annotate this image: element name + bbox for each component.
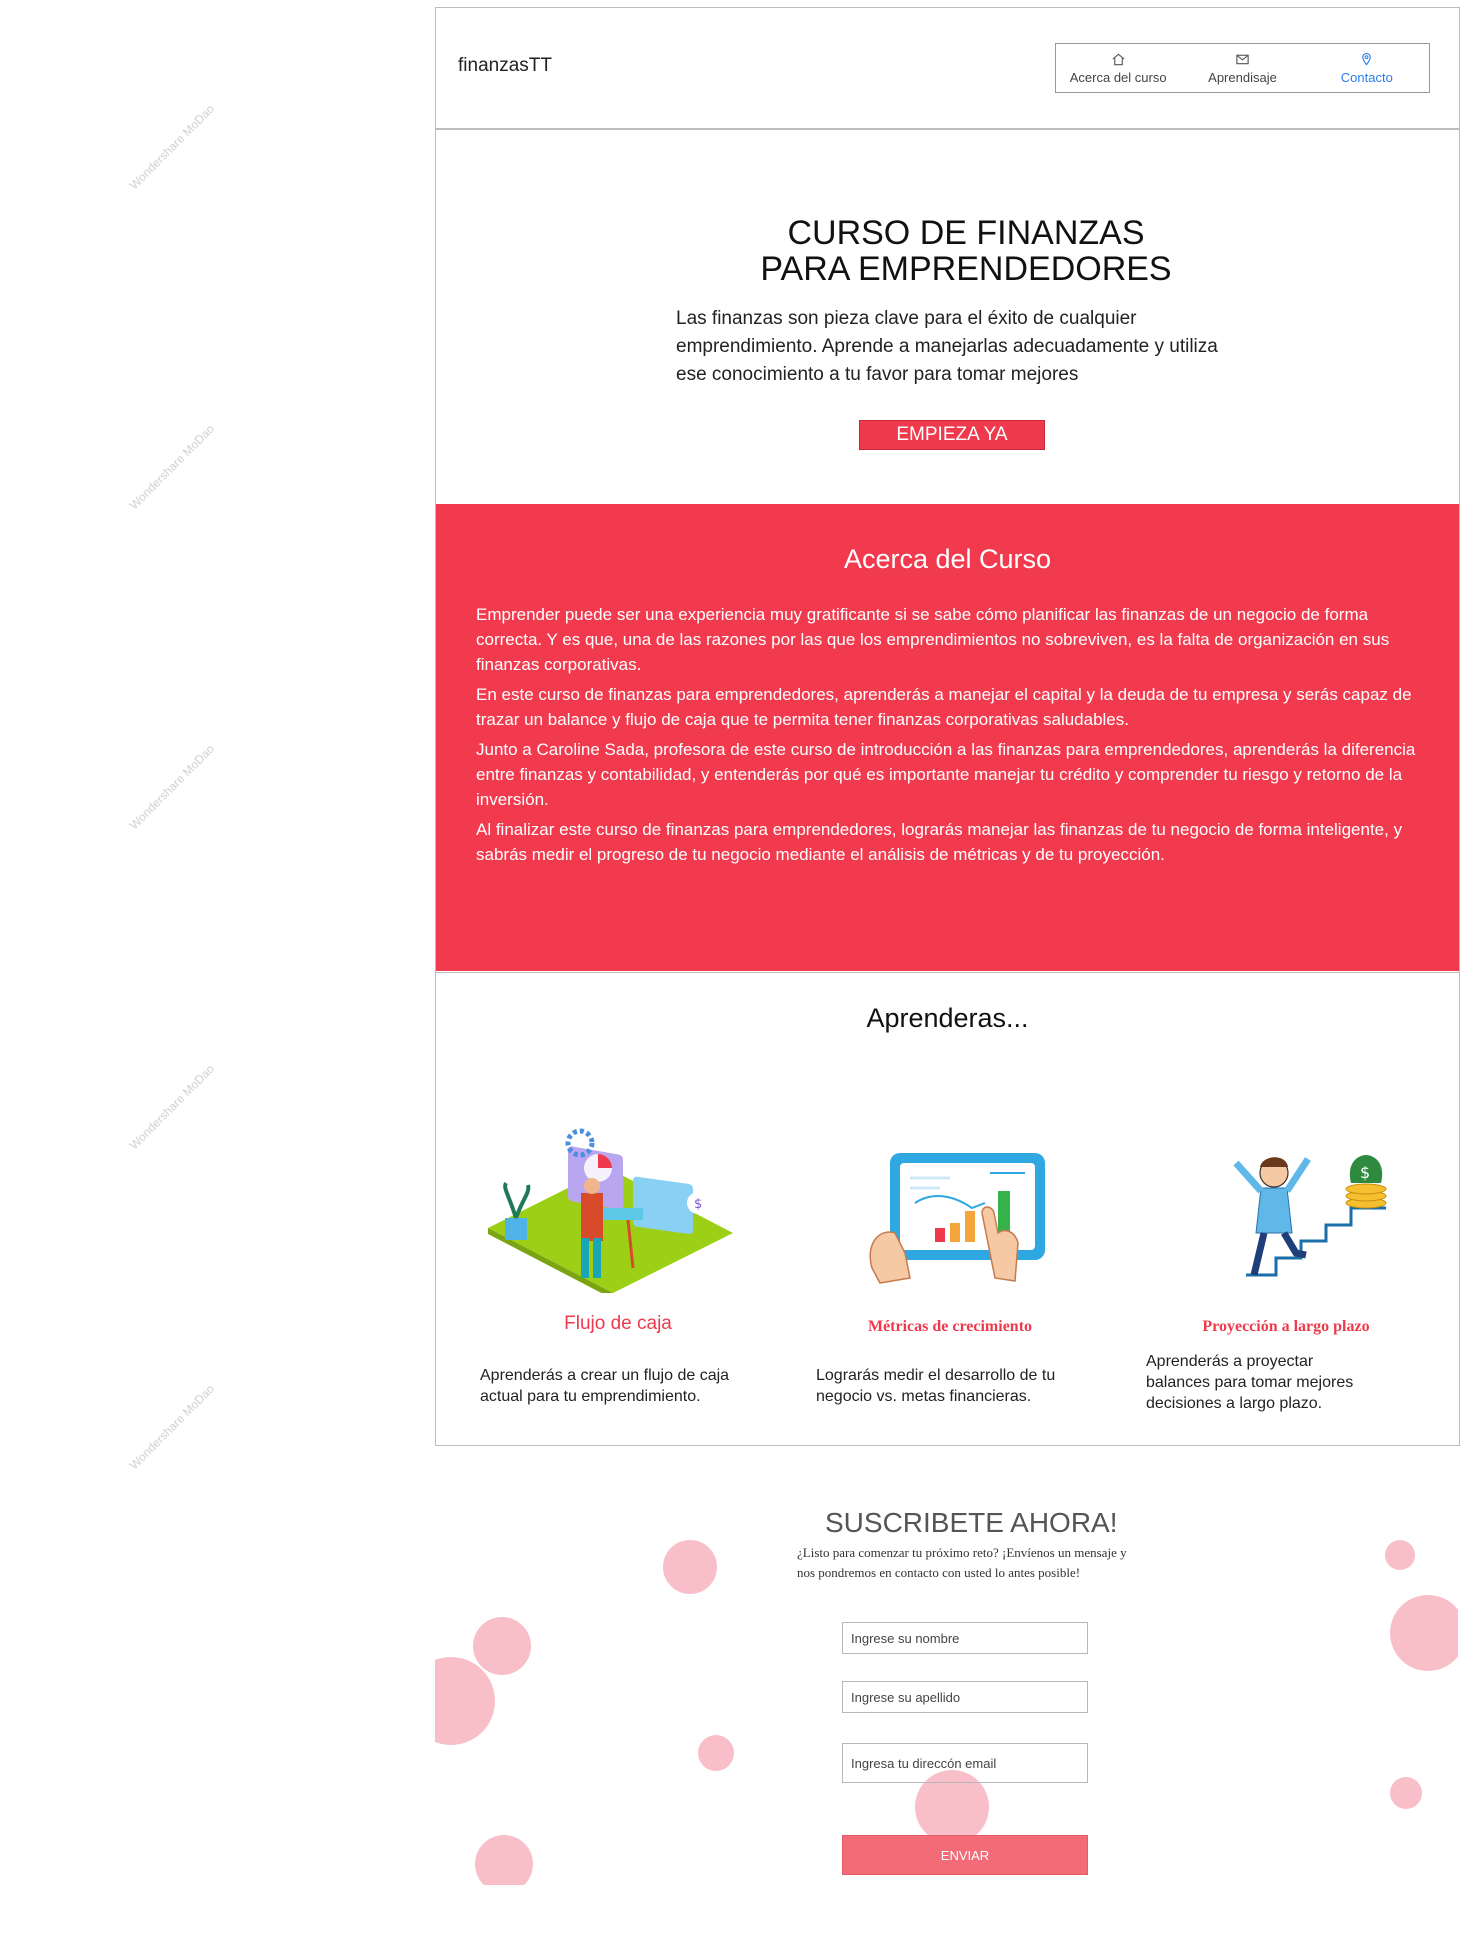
card-text: Lograrás medir el desarrollo de tu negoc… [816, 1367, 1056, 1405]
watermark: Wondershare MoDao [126, 1061, 218, 1153]
hero-title-line2: PARA EMPRENDEDORES [760, 250, 1172, 288]
about-section: Acerca del Curso Emprender puede ser una… [436, 504, 1459, 971]
watermark: Wondershare MoDao [126, 1381, 218, 1473]
svg-text:$: $ [694, 1197, 702, 1212]
card-cashflow: $ Flujo de caja Aprenderás a crear un fl… [468, 1093, 768, 1433]
decorative-bubble [663, 1540, 717, 1594]
nav-label: Contacto [1340, 69, 1393, 85]
hero-title-line1: CURSO DE FINANZAS [787, 214, 1145, 252]
nav-item-aprendisaje[interactable]: Aprendisaje [1180, 44, 1304, 92]
nav-item-acerca[interactable]: Acerca del curso [1056, 44, 1180, 92]
decorative-bubble [1390, 1777, 1422, 1809]
mail-icon [1236, 54, 1249, 64]
svg-text:$: $ [1360, 1163, 1370, 1182]
card-title: Proyección a largo plazo [1202, 1318, 1370, 1335]
page-frame: finanzasTT Acerca del curso Aprendisaje … [435, 7, 1460, 1446]
about-title: Acerca del Curso [843, 544, 1052, 574]
nav-label: Aprendisaje [1208, 69, 1277, 85]
location-pin-icon [1362, 52, 1372, 66]
hero-title: CURSO DE FINANZAS PARA EMPRENDEDORES [736, 215, 1196, 287]
nav-bar: Acerca del curso Aprendisaje Contacto [1055, 43, 1430, 93]
card-metrics: Métricas de crecimiento Lograrás medir e… [800, 1093, 1100, 1433]
decorative-bubble [475, 1835, 533, 1885]
header: finanzasTT Acerca del curso Aprendisaje … [436, 8, 1459, 130]
brand-logo[interactable]: finanzasTT [458, 55, 552, 77]
card-text: Aprenderás a proyectar balances para tom… [1146, 1353, 1354, 1412]
hero-section: CURSO DE FINANZAS PARA EMPRENDEDORES Las… [436, 130, 1459, 503]
decorative-bubble [473, 1617, 531, 1675]
home-icon [1112, 53, 1125, 65]
name-input[interactable] [842, 1622, 1088, 1654]
metrics-tablet-illustration [869, 1153, 1045, 1284]
lastname-input[interactable] [842, 1681, 1088, 1713]
about-paragraph: Al finalizar este curso de finanzas para… [476, 820, 1403, 864]
card-title: Flujo de caja [564, 1313, 672, 1334]
watermark: Wondershare MoDao [126, 741, 218, 833]
about-paragraph: En este curso de finanzas para emprended… [476, 685, 1412, 729]
about-paragraph: Junto a Caroline Sada, profesora de este… [476, 740, 1416, 809]
start-now-button[interactable]: EMPIEZA YA [859, 420, 1045, 450]
nav-label: Acerca del curso [1069, 69, 1167, 85]
card-text: Aprenderás a crear un flujo de caja actu… [480, 1367, 730, 1405]
subscribe-section: SUSCRIBETE AHORA! ¿Listo para comenzar t… [435, 1445, 1458, 1885]
card-title: Métricas de crecimiento [867, 1318, 1033, 1335]
watermark: Wondershare MoDao [126, 421, 218, 513]
money-stairs-illustration: $ [1233, 1155, 1387, 1277]
subscribe-text: ¿Listo para comenzar tu próximo reto? ¡E… [797, 1545, 1127, 1580]
decorative-bubble [1390, 1595, 1458, 1671]
decorative-bubble [1385, 1540, 1415, 1570]
hero-text: Las finanzas son pieza clave para el éxi… [676, 308, 1218, 385]
card-projection: $ Proyección a largo plazo Aprenderás a … [1136, 1093, 1436, 1433]
learn-section: Aprenderas... $ Flujo de caja Aprenderás… [436, 972, 1459, 1446]
about-body: Emprender puede ser una experiencia muy … [476, 602, 1431, 872]
send-button[interactable]: ENVIAR [842, 1835, 1088, 1875]
nav-item-contacto[interactable]: Contacto [1305, 44, 1429, 92]
subscribe-title: SUSCRIBETE AHORA! [825, 1507, 1118, 1538]
cashflow-illustration: $ [488, 1128, 733, 1293]
about-paragraph: Emprender puede ser una experiencia muy … [476, 605, 1390, 674]
email-input[interactable] [842, 1743, 1088, 1783]
decorative-bubble [698, 1735, 734, 1771]
learn-title: Aprenderas... [866, 1003, 1029, 1033]
watermark: Wondershare MoDao [126, 101, 218, 193]
